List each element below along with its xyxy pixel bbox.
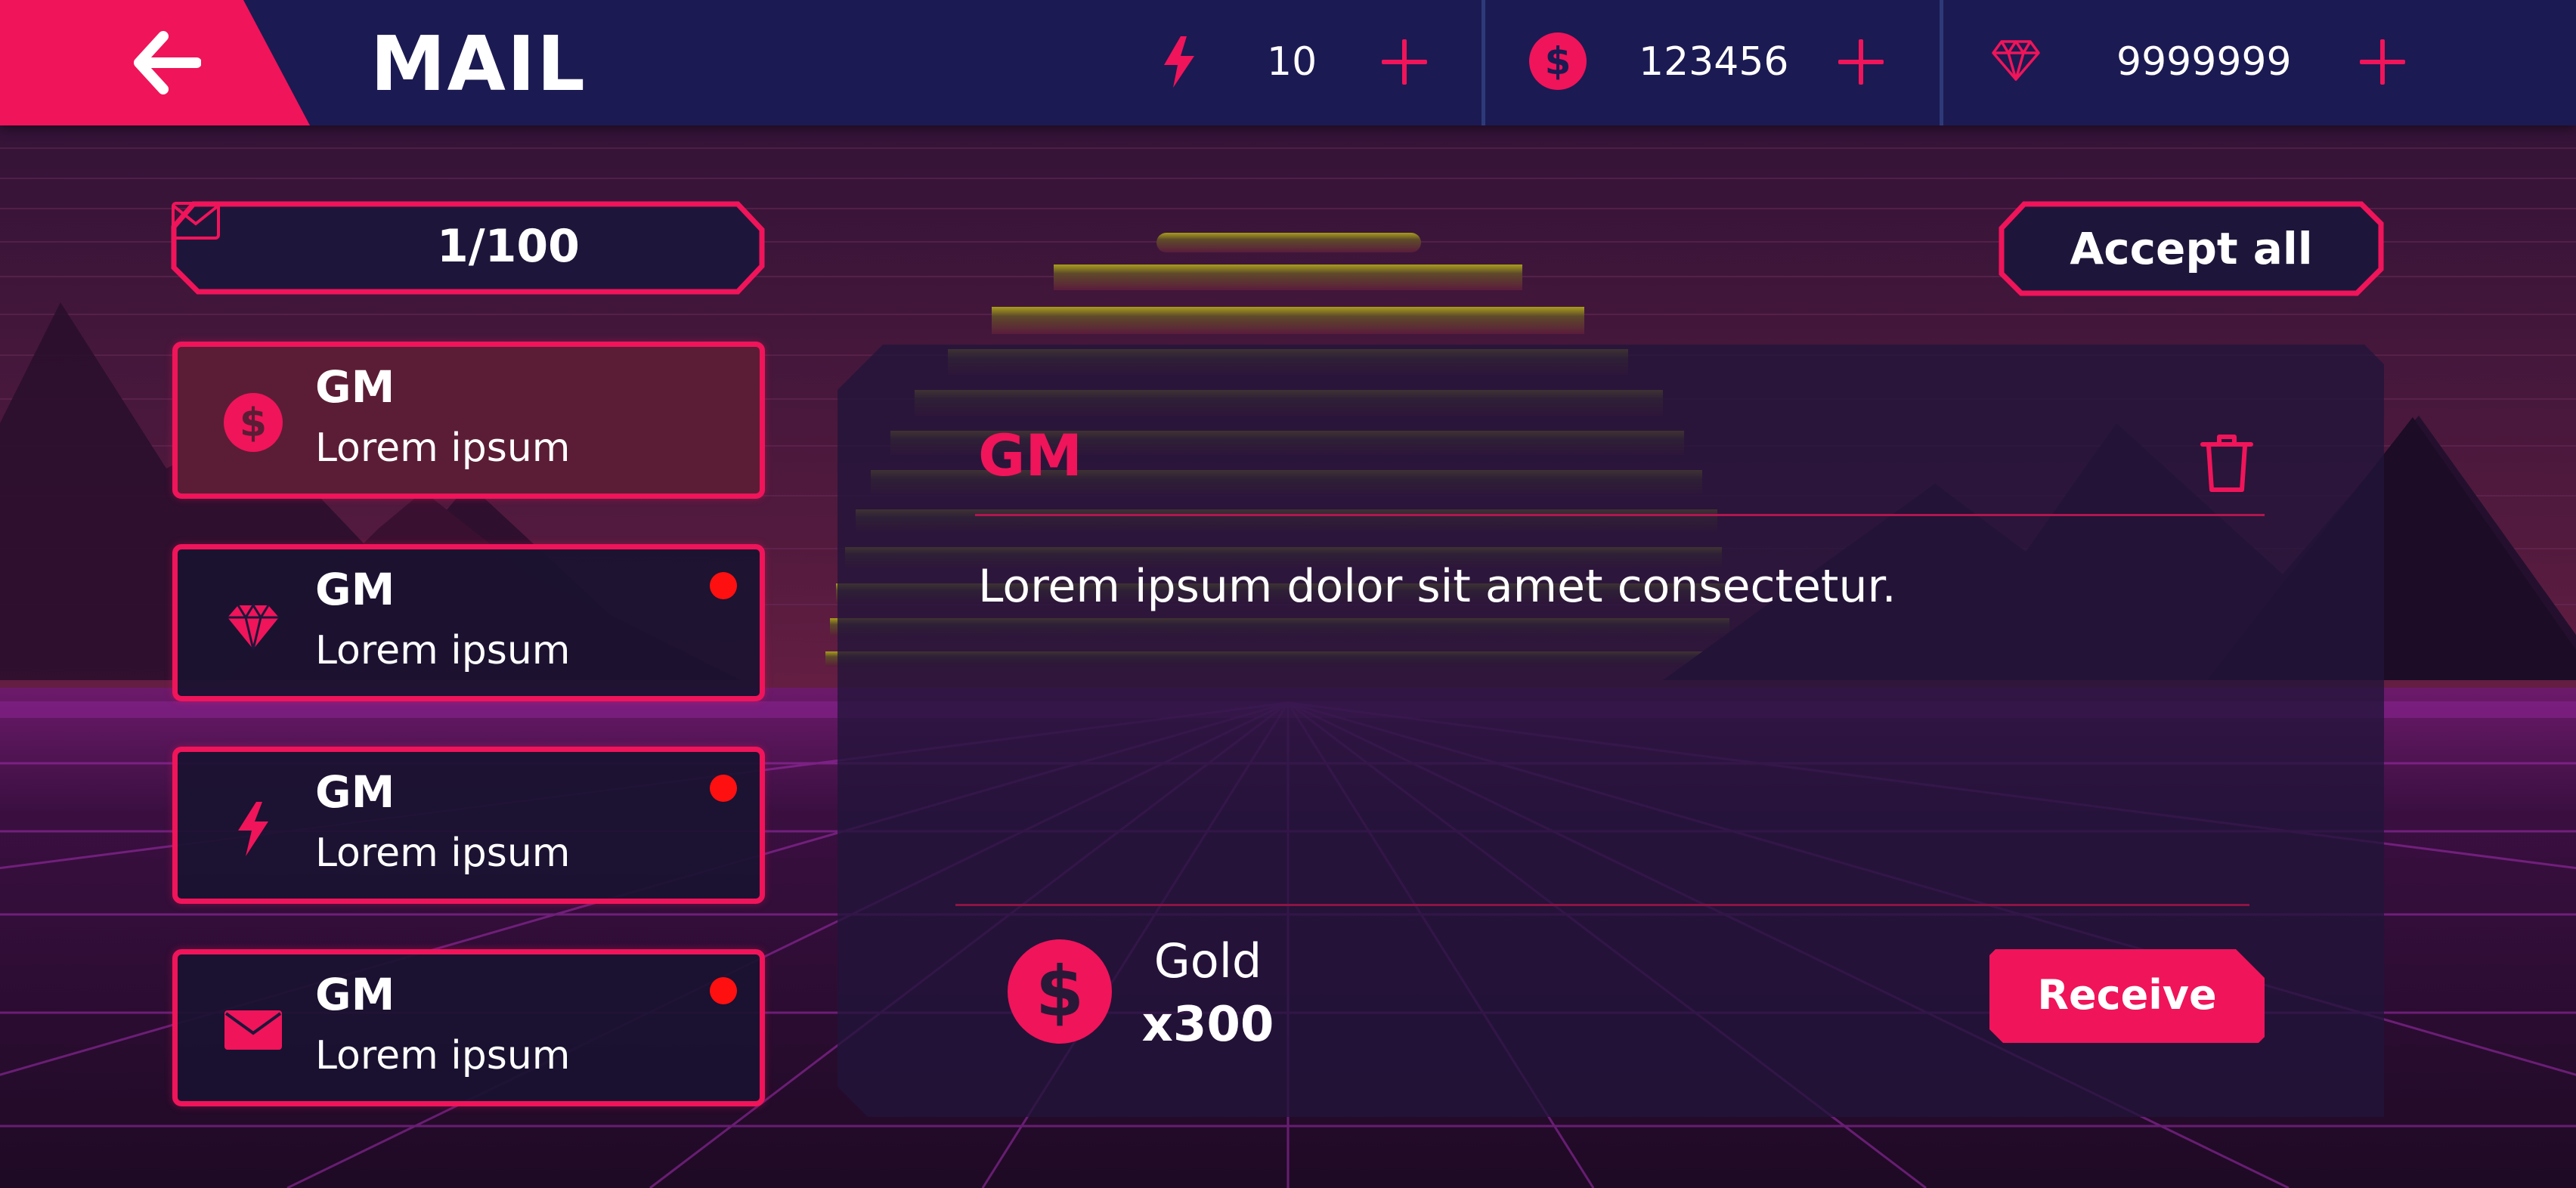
diamond-icon	[1992, 40, 2040, 81]
svg-text:$: $	[240, 401, 267, 446]
mail-item[interactable]: GM Lorem ipsum	[172, 949, 765, 1106]
dollar-coin-icon: $	[224, 393, 283, 452]
reward-quantity: x300	[1141, 997, 1274, 1053]
mail-counter: 1/100	[171, 201, 765, 295]
gems-value: 9999999	[2116, 39, 2292, 85]
gold-value: 123456	[1639, 39, 1789, 85]
page-title: MAIL	[370, 20, 587, 108]
mail-sender: GM	[315, 766, 395, 818]
mail-sender: GM	[315, 361, 395, 413]
mail-detail-sender: GM	[978, 422, 1083, 489]
divider	[955, 904, 2249, 906]
unread-indicator	[710, 977, 737, 1004]
diamond-icon	[228, 603, 279, 650]
mail-item[interactable]: GM Lorem ipsum	[172, 747, 765, 904]
mail-detail-body: Lorem ipsum dolor sit amet consectetur.	[978, 560, 1896, 613]
divider	[1940, 0, 1943, 125]
envelope-icon	[224, 1010, 282, 1050]
lightning-icon	[238, 802, 268, 856]
add-energy-button[interactable]	[1379, 36, 1430, 88]
trash-icon[interactable]	[2200, 432, 2254, 494]
mail-sender: GM	[315, 969, 395, 1020]
accept-all-label: Accept all	[2070, 223, 2313, 274]
mail-subject: Lorem ipsum	[315, 628, 571, 673]
divider	[975, 514, 2265, 516]
divider	[1482, 0, 1485, 125]
dollar-coin-icon: $	[1529, 32, 1587, 90]
energy-value: 10	[1267, 39, 1317, 85]
add-gems-button[interactable]	[2357, 36, 2408, 88]
envelope-outline-icon	[172, 202, 220, 240]
mail-sender: GM	[315, 564, 395, 615]
mail-item[interactable]: $ GM Lorem ipsum	[172, 342, 765, 499]
receive-button[interactable]: Receive	[1989, 949, 2265, 1043]
receive-label: Receive	[2037, 971, 2217, 1019]
lightning-icon	[1164, 36, 1194, 88]
add-gold-button[interactable]	[1835, 36, 1887, 88]
mail-subject: Lorem ipsum	[315, 1033, 571, 1078]
top-bar: MAIL 10 $ 123456 9999999	[0, 0, 2576, 125]
mail-count: 1/100	[437, 220, 580, 273]
mail-item[interactable]: GM Lorem ipsum	[172, 544, 765, 701]
accept-all-button[interactable]: Accept all	[1999, 201, 2384, 296]
arrow-left-icon	[134, 31, 201, 94]
mail-subject: Lorem ipsum	[315, 831, 571, 876]
mail-subject: Lorem ipsum	[315, 425, 571, 471]
unread-indicator	[710, 572, 737, 599]
svg-text:$: $	[1545, 39, 1571, 83]
reward-name: Gold	[1153, 933, 1262, 988]
unread-indicator	[710, 775, 737, 802]
svg-text:$: $	[1036, 951, 1084, 1032]
back-button[interactable]	[0, 0, 310, 125]
